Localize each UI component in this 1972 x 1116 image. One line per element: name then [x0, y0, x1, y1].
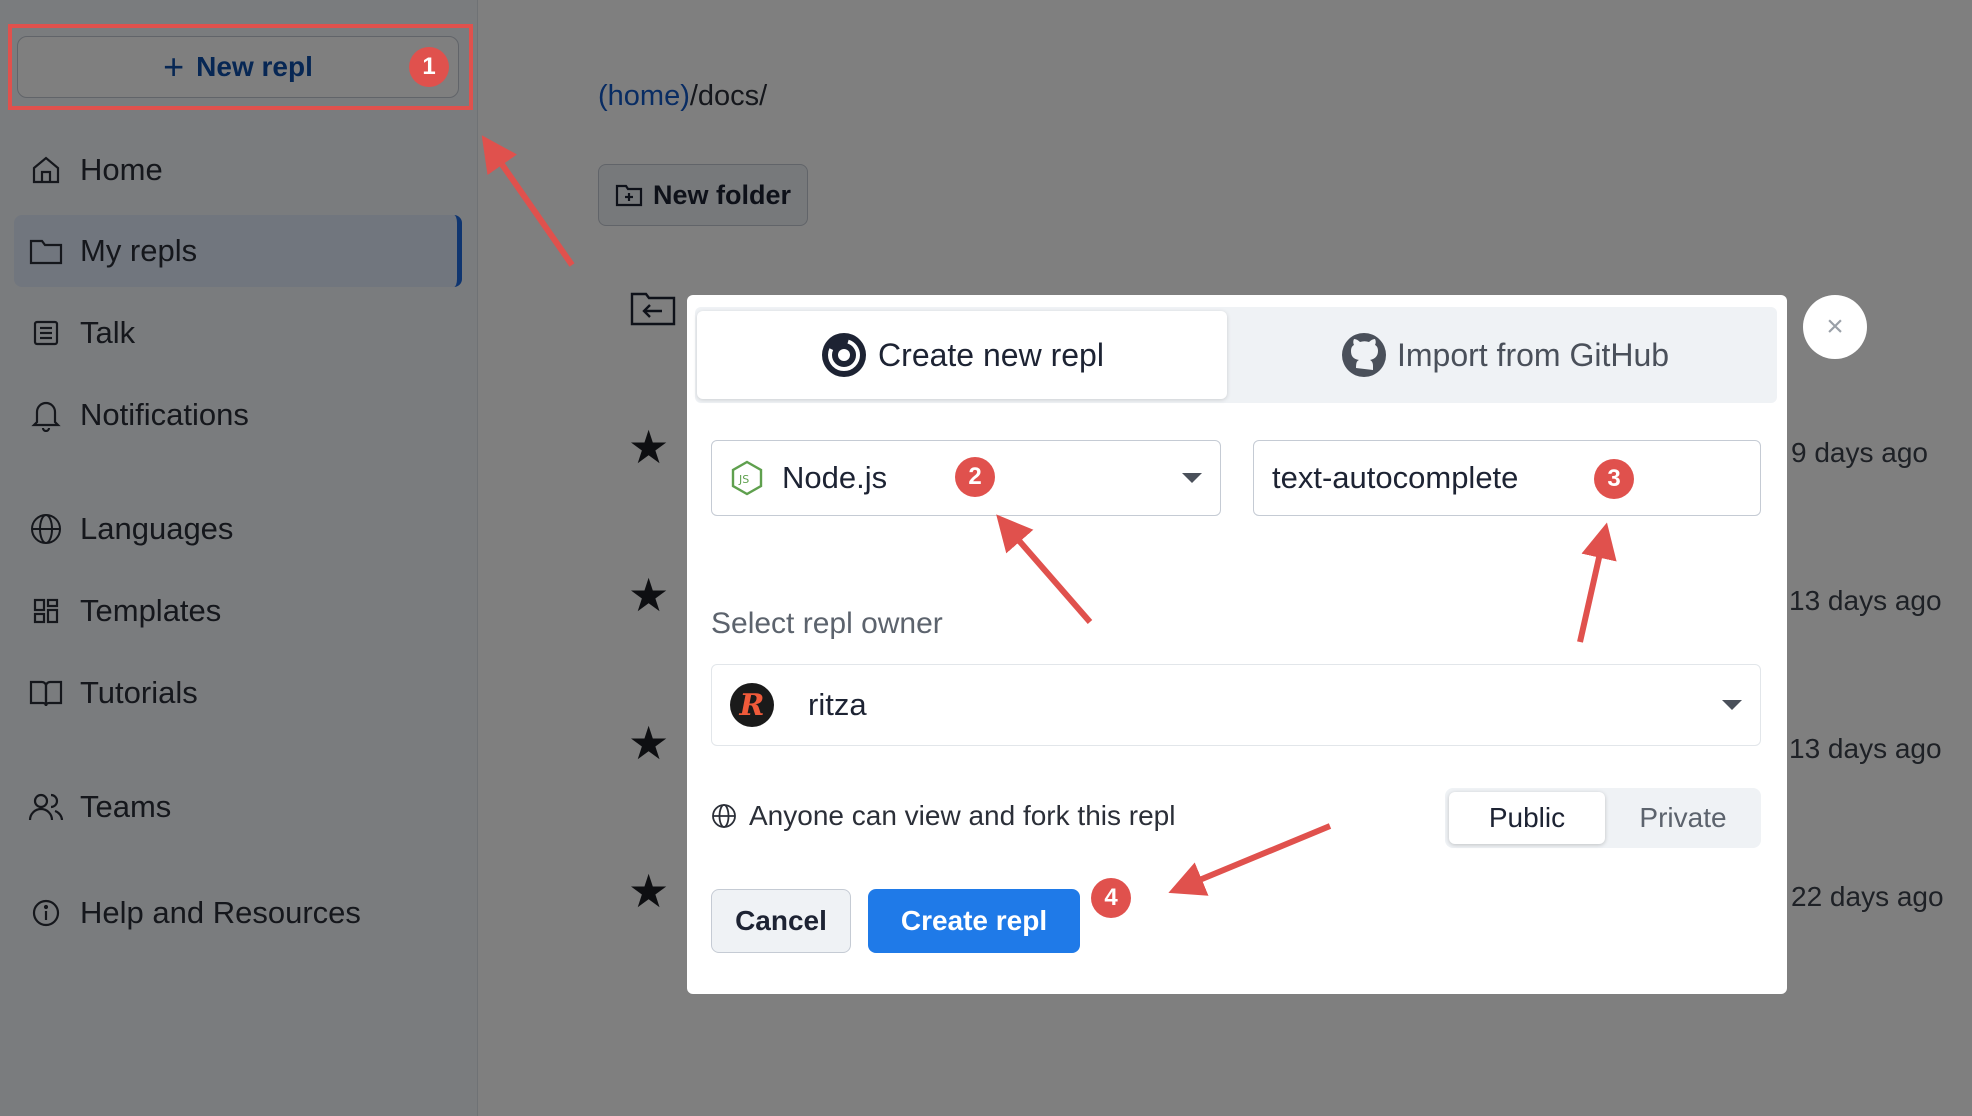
- modal-tabs: Create new repl Import from GitHub: [695, 307, 1777, 403]
- svg-text:JS: JS: [738, 473, 749, 486]
- create-repl-button[interactable]: Create repl: [868, 889, 1080, 953]
- annotation-badge: 3: [1594, 459, 1634, 499]
- annotation-badge: 1: [409, 47, 449, 87]
- chevron-down-icon: [1182, 473, 1202, 483]
- tab-import-github[interactable]: Import from GitHub: [1235, 311, 1775, 399]
- create-repl-modal: Create new repl Import from GitHub JS No…: [687, 295, 1787, 994]
- repl-name-input[interactable]: text-autocomplete: [1253, 440, 1761, 516]
- owner-label: Select repl owner: [711, 607, 943, 640]
- repl-name-value: text-autocomplete: [1272, 460, 1519, 495]
- visibility-text: Anyone can view and fork this repl: [749, 800, 1176, 831]
- owner-value: ritza: [808, 687, 867, 722]
- owner-select[interactable]: R ritza: [711, 664, 1761, 746]
- annotation-badge: 2: [955, 457, 995, 497]
- nodejs-icon: JS: [731, 460, 763, 496]
- close-icon: ×: [1826, 310, 1844, 343]
- chevron-down-icon: [1722, 700, 1742, 710]
- private-option[interactable]: Private: [1609, 792, 1757, 844]
- tab-label: Create new repl: [878, 336, 1104, 373]
- github-icon: [1341, 333, 1386, 377]
- tab-create-new-repl[interactable]: Create new repl: [697, 311, 1227, 399]
- language-value: Node.js: [782, 460, 888, 495]
- visibility-toggle: Public Private: [1445, 788, 1761, 848]
- globe-icon: [712, 804, 736, 828]
- visibility-description: Anyone can view and fork this repl: [711, 800, 1175, 832]
- annotation-badge: 4: [1091, 878, 1131, 918]
- replit-logo-icon: [822, 333, 867, 377]
- tab-label: Import from GitHub: [1396, 336, 1670, 373]
- close-modal-button[interactable]: ×: [1803, 295, 1867, 359]
- public-option[interactable]: Public: [1449, 792, 1605, 844]
- cancel-button[interactable]: Cancel: [711, 889, 851, 953]
- avatar: R: [730, 683, 774, 727]
